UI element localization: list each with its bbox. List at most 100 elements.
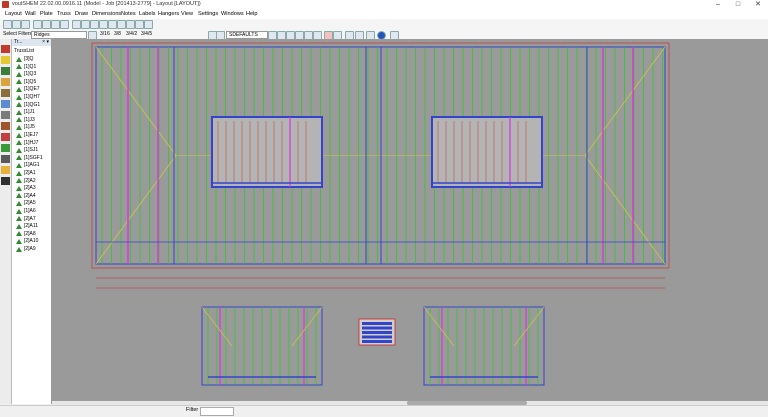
tree-item-label: [1]Q3 [24,71,37,78]
roof-tool-icon[interactable] [1,67,10,75]
valley-tool-icon[interactable] [1,89,10,97]
menu-notes[interactable]: Notes [121,11,136,17]
plate-tool-icon[interactable] [1,122,10,130]
truss-icon [16,238,22,244]
report-icon[interactable] [135,20,144,29]
settings-icon[interactable] [99,20,108,29]
tree-item-label: [2]A4 [24,192,36,199]
menu-hangers[interactable]: Hangers [158,11,179,17]
legend-row [362,335,392,339]
grid-icon[interactable] [117,20,126,29]
tree-item-label: [2]A9 [24,246,36,252]
note-tool-icon[interactable] [1,166,10,174]
layer-select[interactable]: SDEFAULTS [226,31,268,39]
tree-item[interactable]: [2]A1 [16,170,36,176]
redo-icon[interactable] [81,20,90,29]
menu-layout[interactable]: Layout [5,11,22,17]
refresh-icon[interactable] [90,20,99,29]
pitch-d[interactable]: 3/4/5 [141,31,152,37]
menu-plate[interactable]: Plate [40,11,53,17]
tree-item[interactable]: [2]A11 [16,223,38,229]
tree-item-label: [2]A5 [24,200,36,207]
menu-labels[interactable]: Labels [139,11,155,17]
truss-icon [16,140,22,146]
tree-item[interactable]: [3]Q [16,56,33,62]
menu-windows[interactable]: Windows [221,11,244,17]
tree-item[interactable]: [1]J3 [16,117,35,123]
tree-item[interactable]: [1]AG1 [16,162,40,168]
tree-item[interactable]: [1]SJ1 [16,147,38,153]
hanger-icon[interactable] [126,20,135,29]
truss-tool-icon[interactable] [1,45,10,53]
tree-item-label: [1]J1 [24,109,35,116]
menu-draw[interactable]: Draw [75,11,88,17]
layer-icon[interactable] [108,20,117,29]
tree-item[interactable]: [1]Q3 [16,71,36,77]
tree-item[interactable]: [2]A5 [16,200,36,206]
pitch-c[interactable]: 3/4/2 [126,31,137,37]
select-tool-icon[interactable] [1,56,10,64]
help-icon[interactable] [144,20,153,29]
copy-icon[interactable] [51,20,60,29]
pitch-b[interactable]: 3/8 [114,31,121,37]
menu-settings[interactable]: Settings [198,11,218,17]
truss-list-panel: Tr... × ▾ TrussList [3]Q [1]Q1 [1]Q3 [1]Q5 [1… [12,39,52,404]
menu-wall[interactable]: Wall [25,11,36,17]
tree-item[interactable]: [2]A8 [16,231,36,237]
paste-icon[interactable] [60,20,69,29]
new-file-icon[interactable] [3,20,12,29]
close-button[interactable]: ✕ [748,0,768,9]
wall-tool-icon[interactable] [1,100,10,108]
dimension-tool-icon[interactable] [1,155,10,163]
tree-item[interactable]: [1]SGF1 [16,155,43,161]
panel-close-icon[interactable]: × ▾ [42,39,49,46]
filter-input[interactable] [200,407,234,416]
truss-icon [16,170,22,176]
tree-item[interactable]: [1]Q1 [16,64,36,70]
truss-icon [16,86,22,92]
tree-item[interactable]: [1]A6 [16,208,36,214]
title-bar: voutSHEM 22.02.00.0916.11 (Model - Job [… [0,0,768,9]
tree-item[interactable]: [1]HJ7 [16,140,38,146]
roof-layout-drawing[interactable] [52,39,768,401]
girder-tool-icon[interactable] [1,133,10,141]
cut-icon[interactable] [42,20,51,29]
tree-item[interactable]: [1]J1 [16,109,35,115]
hip-tool-icon[interactable] [1,78,10,86]
tree-item[interactable]: [1]Q5 [16,79,36,85]
tree-item[interactable]: [2]A4 [16,193,36,199]
tree-item-label: [2]A8 [24,230,36,237]
tree-item-label: [1]Q5 [24,78,37,85]
tree-item[interactable]: [2]A10 [16,238,38,244]
tree-item[interactable]: [2]A2 [16,178,36,184]
bearing-tool-icon[interactable] [1,144,10,152]
print-icon[interactable] [33,20,42,29]
tree-item[interactable]: [2]A3 [16,185,36,191]
beam-tool-icon[interactable] [1,111,10,119]
hanger-tool-icon[interactable] [1,177,10,185]
tree-item[interactable]: [2]A7 [16,216,36,222]
minimize-button[interactable]: – [708,0,728,9]
truss-icon [16,162,22,168]
menu-dimensions[interactable]: Dimensions [92,11,121,17]
tree-item[interactable]: [1]EJ7 [16,132,38,138]
tree-item[interactable]: [1]QG1 [16,102,40,108]
open-file-icon[interactable] [12,20,21,29]
tree-item[interactable]: [1]QH7 [16,94,40,100]
drawing-canvas[interactable] [52,39,768,401]
tree-item-label: [1]J5 [24,124,35,131]
menu-help[interactable]: Help [246,11,258,17]
tree-item-label: [2]A3 [24,185,36,192]
menu-view[interactable]: View [181,11,193,17]
save-icon[interactable] [21,20,30,29]
tree-root[interactable]: TrussList [14,48,34,54]
undo-icon[interactable] [72,20,81,29]
pitch-a[interactable]: 3/16 [100,31,110,37]
menu-truss[interactable]: Truss [57,11,71,17]
filter-select[interactable]: Ridges [31,31,87,39]
tree-item[interactable]: [1]J5 [16,124,35,130]
tree-item[interactable]: [2]A9 [16,246,36,252]
tree-item[interactable]: [1]QE7 [16,86,40,92]
opening-box [211,116,323,188]
maximize-button[interactable]: □ [728,0,748,9]
